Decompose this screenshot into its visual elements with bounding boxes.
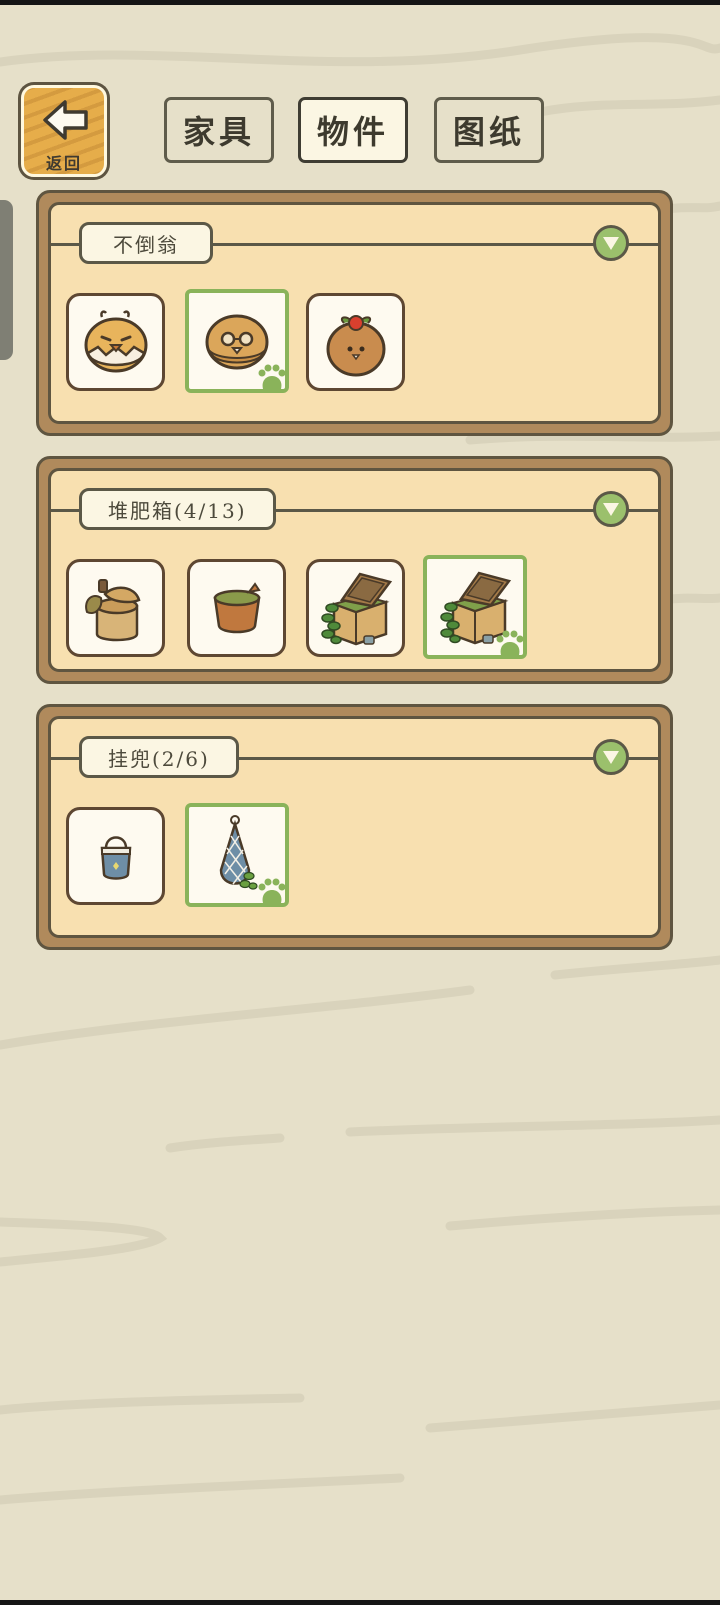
item-compost-barrel-leaf[interactable]: [66, 559, 165, 657]
section-body: 挂兜(2/6): [48, 716, 661, 938]
section-body: 不倒翁: [48, 202, 661, 424]
section-compost-bin: 堆肥箱(4/13): [36, 456, 673, 684]
item-hanging-pouch[interactable]: [66, 807, 165, 905]
item-compost-crate-vine[interactable]: [423, 555, 527, 659]
chick-tumbler-icon: [84, 310, 147, 373]
back-button[interactable]: 返回: [21, 85, 107, 177]
section-title: 挂兜(2/6): [79, 736, 239, 778]
item-chick-tumbler[interactable]: [66, 293, 165, 391]
berry-tumbler-icon: [326, 315, 385, 377]
compost-barrel-open-icon: [213, 582, 261, 634]
back-label: 返回: [45, 154, 82, 173]
triangle-down-icon: [603, 503, 619, 516]
back-arrow-icon: [43, 100, 88, 140]
collapse-toggle-button[interactable]: [593, 491, 629, 527]
collapse-toggle-button[interactable]: [593, 739, 629, 775]
side-drawer-handle[interactable]: [0, 200, 13, 360]
compost-barrel-leaf-icon: [84, 579, 141, 642]
section-title: 不倒翁: [79, 222, 213, 264]
item-glasses-tumbler[interactable]: [185, 289, 289, 393]
section-body: 堆肥箱(4/13): [48, 468, 661, 672]
section-hanging-pouch: 挂兜(2/6): [36, 704, 673, 950]
triangle-down-icon: [603, 237, 619, 250]
section-tumbler: 不倒翁: [36, 190, 673, 436]
item-berry-tumbler[interactable]: [306, 293, 405, 391]
tab-furniture[interactable]: 家具: [164, 97, 274, 163]
net-bag-icon: [219, 815, 258, 890]
item-compost-crate-vine[interactable]: [306, 559, 405, 657]
section-title: 堆肥箱(4/13): [79, 488, 276, 530]
item-compost-barrel-open[interactable]: [187, 559, 286, 657]
item-net-bag[interactable]: [185, 803, 289, 907]
frog-footprint-icon: [258, 878, 286, 903]
triangle-down-icon: [603, 751, 619, 764]
tab-blueprints[interactable]: 图纸: [434, 97, 544, 163]
navigation-bar: [0, 1600, 720, 1605]
frog-footprint-icon: [258, 364, 286, 389]
hanging-pouch-icon: [100, 836, 131, 880]
compost-crate-vine-icon: [320, 572, 392, 646]
frog-footprint-icon: [496, 630, 524, 655]
collapse-toggle-button[interactable]: [593, 225, 629, 261]
tab-objects[interactable]: 物件: [298, 97, 408, 163]
